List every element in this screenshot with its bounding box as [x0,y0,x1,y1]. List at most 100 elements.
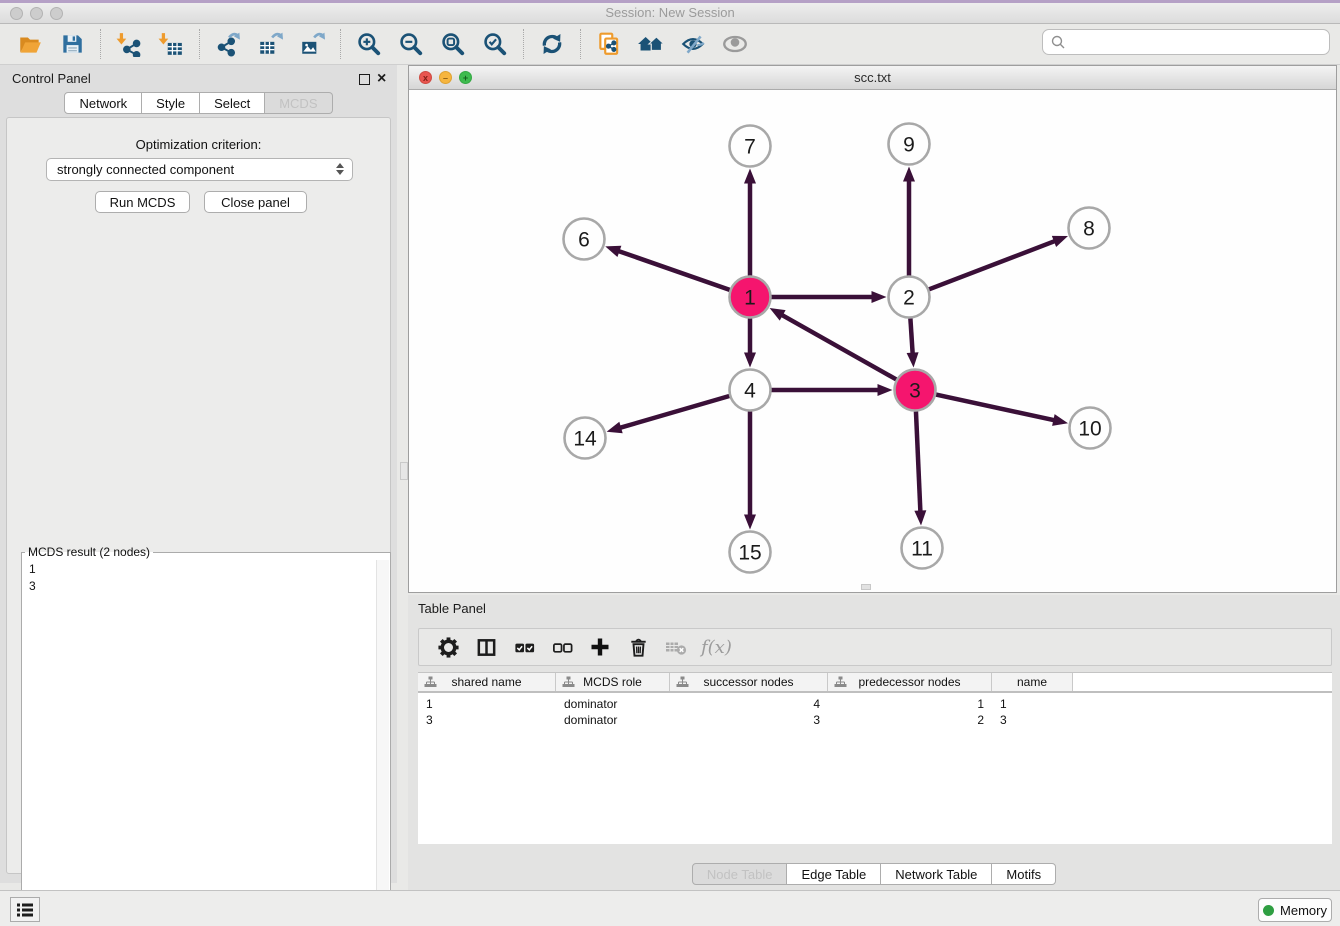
toolbar-separator [580,29,581,59]
optimization-criterion-select[interactable]: strongly connected component [46,158,353,181]
settings-gear-icon[interactable] [434,633,462,661]
graph-edge-3-1[interactable] [781,314,896,379]
graph-edge-arrowhead [770,308,786,321]
graph-edge-3-11[interactable] [916,411,920,512]
graph-edge-3-10[interactable] [936,395,1055,421]
deselect-all-icon[interactable] [548,633,576,661]
graph-node-label: 8 [1083,218,1095,241]
window-titlebar: Session: New Session [0,0,1340,24]
graph-edge-4-14[interactable] [619,396,729,428]
column-header-predecessor-nodes[interactable]: predecessor nodes [828,673,992,691]
table-row[interactable]: 1 dominator 4 1 1 [418,696,1332,712]
column-type-icon [676,676,689,688]
delete-table-icon [662,633,690,661]
search-icon [1050,34,1066,50]
toolbar-separator [199,29,200,59]
cell-mcds-role: dominator [556,712,670,728]
import-network-icon[interactable] [114,29,144,59]
duplicate-network-icon[interactable] [594,29,624,59]
control-panel: Control Panel × Network Style Select MCD… [0,65,397,883]
export-network-icon[interactable] [213,29,243,59]
column-header-name[interactable]: name [992,673,1073,691]
select-all-icon[interactable] [510,633,538,661]
selected-option: strongly connected component [57,162,234,177]
tab-motifs[interactable]: Motifs [992,863,1056,885]
preview-eye-icon[interactable] [720,29,750,59]
node-table: shared name MCDS role successor nodes pr… [418,672,1332,844]
column-layout-icon[interactable] [472,633,500,661]
column-type-icon [834,676,847,688]
tab-network[interactable]: Network [64,92,142,114]
mcds-result-box: MCDS result (2 nodes) 1 3 [21,545,391,921]
close-panel-icon[interactable]: × [377,73,386,84]
run-mcds-button[interactable]: Run MCDS [95,191,190,213]
graph-edge-arrowhead [1052,414,1068,426]
float-panel-icon[interactable] [359,72,370,90]
graph-node-label: 14 [573,428,597,451]
add-row-icon[interactable] [586,633,614,661]
graph-edge-arrowhead [744,353,756,368]
refresh-icon[interactable] [537,29,567,59]
import-table-icon[interactable] [156,29,186,59]
mcds-tab-content: Optimization criterion: strongly connect… [6,117,391,874]
graph-node-label: 10 [1078,418,1101,441]
graph-edge-2-8[interactable] [929,241,1056,290]
memory-status-dot [1263,905,1274,916]
cell-successor-nodes: 4 [670,696,828,712]
window-title: Session: New Session [0,5,1340,20]
mcds-result-list[interactable]: 1 3 [22,559,390,595]
column-header-mcds-role[interactable]: MCDS role [556,673,670,691]
tab-node-table[interactable]: Node Table [692,863,788,885]
close-panel-button[interactable]: Close panel [204,191,307,213]
zoom-selected-icon[interactable] [480,29,510,59]
graph-node-label: 15 [738,542,761,565]
mcds-result-title: MCDS result (2 nodes) [25,545,153,559]
save-session-icon[interactable] [57,29,87,59]
network-window-titlebar[interactable]: x – + scc.txt [409,66,1336,90]
apply-function-icon: f(x) [701,637,732,658]
show-all-networks-icon[interactable] [636,29,666,59]
graph-edge-arrowhead [607,422,623,434]
column-header-shared-name[interactable]: shared name [418,673,556,691]
cell-shared-name: 3 [418,712,556,728]
accent-strip [0,0,1340,3]
tab-edge-table[interactable]: Edge Table [787,863,881,885]
result-scrollbar[interactable] [376,560,389,918]
window-resize-grip[interactable] [861,584,871,590]
table-header-row: shared name MCDS role successor nodes pr… [418,672,1332,693]
mcds-result-item: 3 [29,578,390,595]
graph-edge-2-3[interactable] [910,318,912,354]
export-image-icon[interactable] [297,29,327,59]
hide-panel-eye-icon[interactable] [678,29,708,59]
graph-node-label: 1 [744,287,756,310]
mcds-result-item: 1 [29,561,390,578]
control-panel-title: Control Panel [12,71,91,86]
list-icon [16,902,34,918]
tab-mcds[interactable]: MCDS [265,92,332,114]
zoom-in-icon[interactable] [354,29,384,59]
tab-style[interactable]: Style [142,92,200,114]
search-input[interactable] [1042,29,1330,55]
control-panel-tabs: Network Style Select MCDS [0,92,397,114]
column-header-successor-nodes[interactable]: successor nodes [670,673,828,691]
graph-edge-arrowhead [744,515,756,530]
tab-select[interactable]: Select [200,92,265,114]
cell-predecessor-nodes: 1 [828,696,992,712]
memory-button[interactable]: Memory [1258,898,1332,922]
task-history-button[interactable] [10,897,40,922]
table-row[interactable]: 3 dominator 3 2 3 [418,712,1332,728]
network-canvas[interactable]: 7968124314101511 [409,90,1336,592]
open-file-icon[interactable] [15,29,45,59]
zoom-out-icon[interactable] [396,29,426,59]
graph-node-label: 6 [578,229,590,252]
graph-edge-1-6[interactable] [618,251,730,290]
graph-node-label: 9 [903,134,915,157]
zoom-fit-icon[interactable] [438,29,468,59]
select-stepper-icon [336,163,344,175]
export-table-icon[interactable] [255,29,285,59]
network-window-title: scc.txt [409,70,1336,85]
panel-splitter-handle[interactable] [400,462,408,480]
delete-row-trash-icon[interactable] [624,633,652,661]
memory-label: Memory [1280,903,1327,918]
tab-network-table[interactable]: Network Table [881,863,992,885]
